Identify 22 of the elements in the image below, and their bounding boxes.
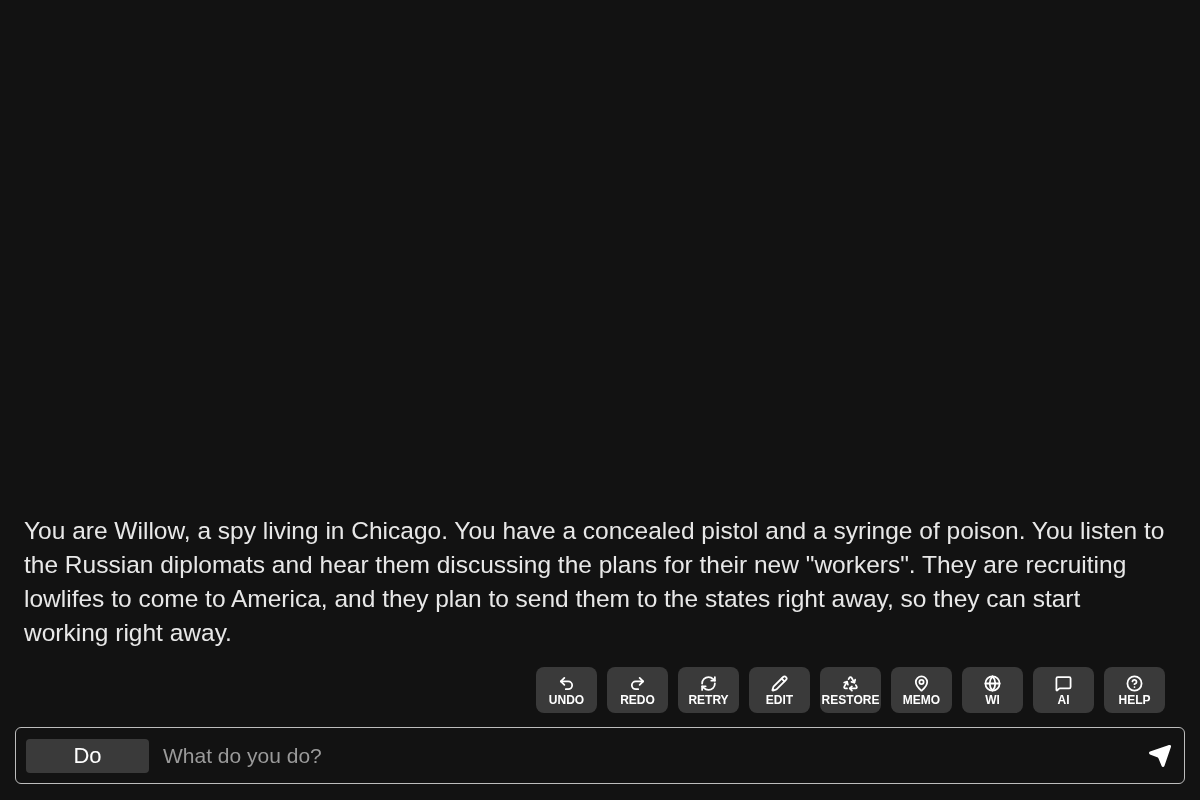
toolbar-button[interactable]: EDIT — [749, 667, 810, 713]
toolbar-button[interactable]: AI — [1033, 667, 1094, 713]
mode-button[interactable]: Do — [26, 738, 149, 773]
chat-bubble-icon — [1055, 674, 1072, 692]
pin-icon — [913, 674, 930, 692]
help-icon — [1126, 674, 1143, 692]
toolbar-button[interactable]: HELP — [1104, 667, 1165, 713]
toolbar-button[interactable]: MEMO — [891, 667, 952, 713]
story-text: You are Willow, a spy living in Chicago. You have a concealed pistol and a syringe of poison. You listen to the Russian diplomats and hear them discussing the plans for their new "workers". They are recruiting lowlifes to come to America, and they plan to send them to the states right away, so they can start working right away. — [23, 516, 1166, 648]
recycle-icon — [842, 674, 859, 692]
pencil-icon — [771, 674, 788, 692]
toolbar-button[interactable]: REDO — [607, 667, 668, 713]
toolbar-button[interactable]: RESTORE — [820, 667, 881, 713]
redo-icon — [629, 674, 646, 692]
globe-icon — [984, 674, 1001, 692]
input-bar[interactable]: Do What do you do? — [15, 727, 1185, 784]
toolbar-button[interactable]: UNDO — [536, 667, 597, 713]
undo-icon — [558, 674, 575, 692]
toolbar-button[interactable]: WI — [962, 667, 1023, 713]
send-icon[interactable] — [1148, 743, 1172, 768]
refresh-icon — [700, 674, 717, 692]
toolbar-button[interactable]: RETRY — [678, 667, 739, 713]
